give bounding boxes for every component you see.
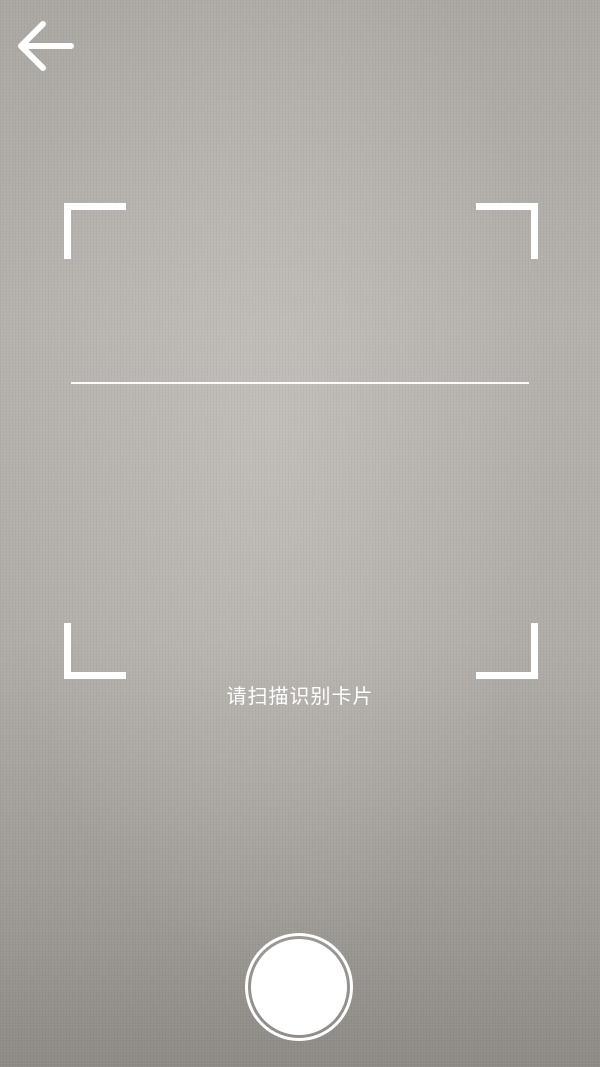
scan-corner-top-right <box>476 203 538 259</box>
scan-hint-text: 请扫描识别卡片 <box>226 684 374 708</box>
scan-corner-bottom-left <box>64 623 126 679</box>
arrow-left-icon <box>18 21 74 71</box>
scan-frame <box>64 203 538 679</box>
scan-line <box>71 382 529 384</box>
back-button[interactable] <box>10 14 80 78</box>
shutter-button[interactable] <box>245 933 353 1041</box>
scan-corner-top-left <box>64 203 126 259</box>
scan-corner-bottom-right <box>476 623 538 679</box>
circle-shutter-icon <box>251 939 347 1035</box>
